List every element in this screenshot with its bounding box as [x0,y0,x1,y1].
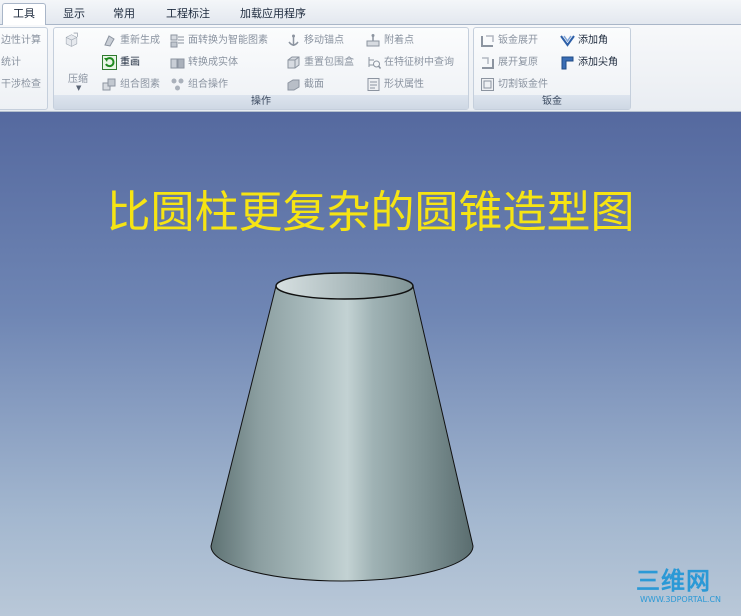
add-corner-button[interactable]: 添加角 [560,32,608,49]
redraw-label: 重画 [120,57,140,68]
tab-tools[interactable]: 工具 [2,3,46,26]
cone-top-opening [275,272,414,300]
face-to-smart-label: 面转换为智能图素 [188,35,268,46]
tab-display[interactable]: 显示 [54,4,94,25]
move-anchor-label: 移动锚点 [304,35,344,46]
shape-props-label: 形状属性 [384,79,424,90]
to-solid-label: 转换成实体 [188,57,238,68]
cube-compress-icon [64,32,92,60]
tab-common[interactable]: 常用 [104,4,144,25]
ribbon-group-analysis: 边性计算 统计 干涉检查 [0,27,48,110]
find-in-tree-label: 在特征树中查询 [384,57,454,68]
unfold-icon [480,33,495,48]
group-label-empty [0,95,47,109]
cut-sheetmetal-button[interactable]: 切割钣金件 [480,76,548,93]
ribbon-panel: 边性计算 统计 干涉检查 压缩 ▼ 重新生成 重画 组合图素 面转换为智能图素 … [0,25,741,112]
group-operation-icon [170,77,185,92]
tab-engineering-annotation[interactable]: 工程标注 [156,4,220,25]
operations-group-label: 操作 [54,95,468,109]
to-solid-button[interactable]: 转换成实体 [170,54,238,71]
tab-load-applications[interactable]: 加载应用程序 [232,4,314,25]
reset-bbox-label: 重置包围盒 [304,57,354,68]
sheetmetal-group-label: 钣金 [474,95,630,109]
attach-point-label: 附着点 [384,35,414,46]
interference-check-label: 干涉检查 [1,79,41,90]
regenerate-label: 重新生成 [120,35,160,46]
section-label: 截面 [304,79,324,90]
ribbon-group-operations: 压缩 ▼ 重新生成 重画 组合图素 面转换为智能图素 转换成实体 组合操作 移动… [53,27,469,110]
group-figure-icon [102,77,117,92]
restore-icon [480,55,495,70]
ribbon-group-sheetmetal: 钣金展开 展开复原 切割钣金件 添加角 添加尖角 钣金 [473,27,631,110]
add-corner-label: 添加角 [578,35,608,46]
property-calc-button[interactable]: 边性计算 [1,32,41,49]
move-anchor-button[interactable]: 移动锚点 [286,32,344,49]
cone-model[interactable] [0,112,741,616]
regenerate-icon [102,33,117,48]
statistics-label: 统计 [1,57,21,68]
group-operation-button[interactable]: 组合操作 [170,76,228,93]
cut-sheetmetal-label: 切割钣金件 [498,79,548,90]
group-figure-label: 组合图素 [120,79,160,90]
add-corner-icon [560,33,575,48]
attach-point-icon [366,33,381,48]
section-button[interactable]: 截面 [286,76,324,93]
ribbon-tab-bar: 工具 显示 常用 工程标注 加载应用程序 [0,0,741,26]
group-figure-button[interactable]: 组合图素 [102,76,160,93]
bounding-box-icon [286,55,301,70]
refresh-icon [102,55,117,70]
section-icon [286,77,301,92]
attach-point-button[interactable]: 附着点 [366,32,414,49]
chevron-down-icon: ▼ [76,84,82,92]
anchor-icon [286,33,301,48]
redraw-button[interactable]: 重画 [102,54,140,71]
regenerate-button[interactable]: 重新生成 [102,32,160,49]
add-sharp-corner-label: 添加尖角 [578,57,618,68]
reset-bbox-button[interactable]: 重置包围盒 [286,54,354,71]
find-in-tree-button[interactable]: 在特征树中查询 [366,54,454,71]
cut-icon [480,77,495,92]
group-operation-label: 组合操作 [188,79,228,90]
watermark-url: WWW.3DPORTAL.CN [640,595,722,604]
3d-viewport[interactable]: 比圆柱更复杂的圆锥造型图 三维网 WWW.3DPORTAL.CN [0,112,741,616]
sharp-corner-icon [560,55,575,70]
interference-check-button[interactable]: 干涉检查 [1,76,41,93]
shape-props-button[interactable]: 形状属性 [366,76,424,93]
unfold-restore-label: 展开复原 [498,57,538,68]
compress-button[interactable]: 压缩 ▼ [60,32,96,92]
statistics-button[interactable]: 统计 [1,54,21,71]
properties-icon [366,77,381,92]
compress-label: 压缩 [68,74,88,85]
add-sharp-corner-button[interactable]: 添加尖角 [560,54,618,71]
solid-convert-icon [170,55,185,70]
property-calc-label: 边性计算 [1,35,41,46]
tree-search-icon [366,55,381,70]
face-to-smart-button[interactable]: 面转换为智能图素 [170,32,268,49]
cone-body [210,285,474,582]
unfold-restore-button[interactable]: 展开复原 [480,54,538,71]
sheetmetal-unfold-button[interactable]: 钣金展开 [480,32,538,49]
sheetmetal-unfold-label: 钣金展开 [498,35,538,46]
face-convert-icon [170,33,185,48]
watermark-logo: 三维网 [636,567,711,595]
